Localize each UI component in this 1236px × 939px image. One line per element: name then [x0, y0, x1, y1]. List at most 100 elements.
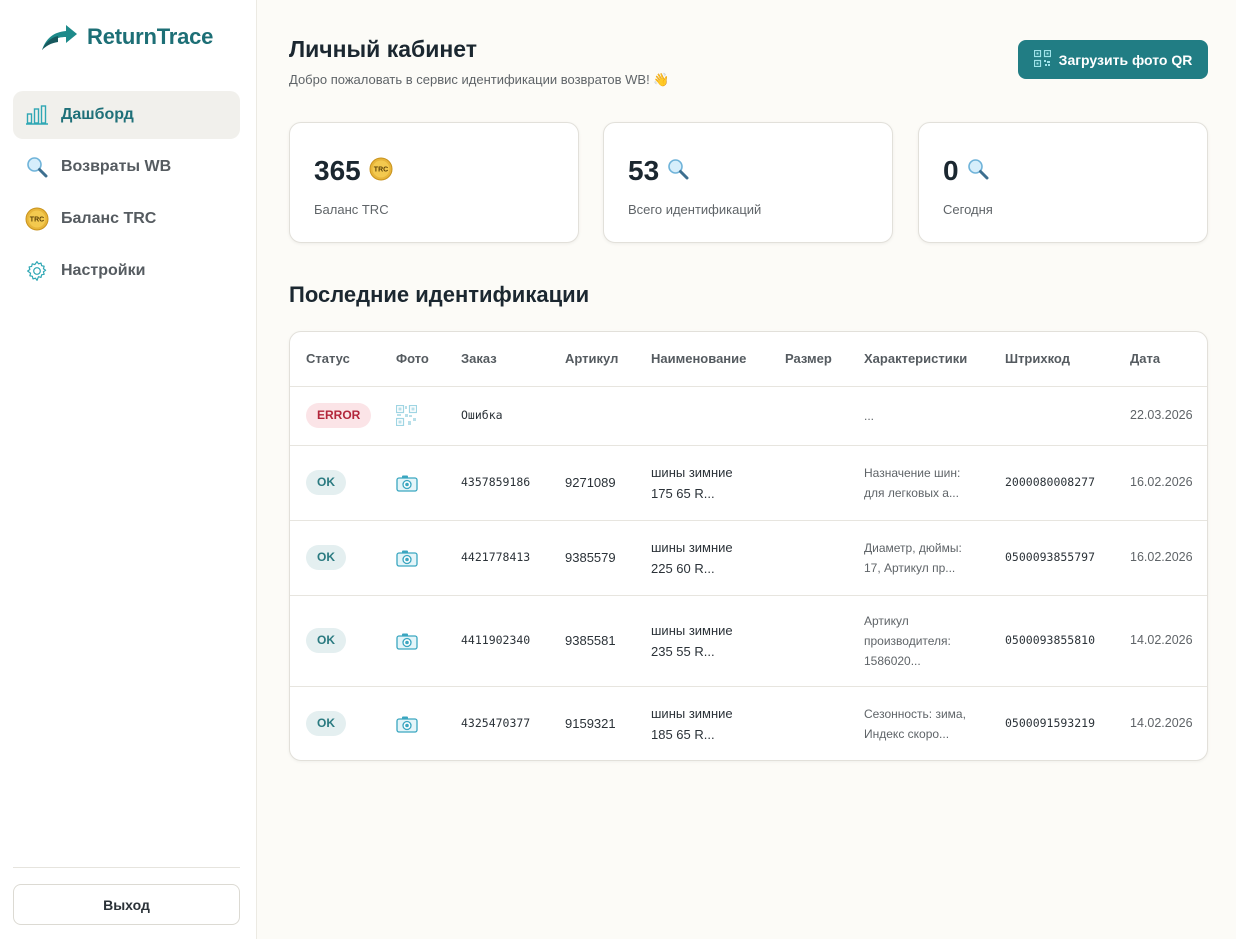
stat-label: Баланс TRC	[314, 202, 389, 217]
sidebar: ReturnTrace Дашборд Возвраты WB TRC Бала…	[0, 0, 257, 939]
date-cell: 22.03.2026	[1114, 386, 1207, 446]
size-cell	[769, 595, 848, 687]
characteristics-cell: ...	[848, 386, 989, 446]
bar-chart-icon	[25, 103, 49, 127]
characteristics-cell: Диаметр, дюймы: 17, Артикул пр...	[848, 520, 989, 596]
column-header-article[interactable]: Артикул	[549, 332, 635, 387]
upload-qr-photo-button[interactable]: Загрузить фото QR	[1018, 40, 1208, 79]
stat-value: 0	[943, 155, 959, 186]
barcode-cell	[989, 386, 1114, 446]
column-header-photo[interactable]: Фото	[380, 332, 445, 387]
camera-icon[interactable]	[396, 549, 445, 567]
recent-identifications-table: Статус Фото Заказ Артикул Наименование Р…	[289, 331, 1208, 761]
sidebar-nav: Дашборд Возвраты WB TRC Баланс TRC Настр…	[13, 91, 240, 299]
column-header-status[interactable]: Статус	[290, 332, 380, 387]
magnifier-icon	[25, 155, 49, 179]
brand-name: ReturnTrace	[87, 24, 214, 49]
page-subtitle: Добро пожаловать в сервис идентификации …	[289, 72, 670, 87]
size-cell	[769, 520, 848, 596]
size-cell	[769, 445, 848, 521]
name-cell	[635, 386, 769, 446]
table-row[interactable]: ERROR Ошибка ... 22.03.2026	[290, 386, 1207, 446]
stat-card-today: 0 Сегодня	[918, 122, 1208, 243]
characteristics-cell: Назначение шин: для легковых а...	[848, 445, 989, 521]
sidebar-item-label: Настройки	[61, 262, 146, 279]
order-cell: 4357859186	[445, 445, 549, 521]
barcode-cell: 0500091593219	[1005, 716, 1096, 731]
qr-code-icon	[1033, 49, 1051, 70]
column-header-name[interactable]: Наименование	[635, 332, 769, 387]
size-cell	[769, 686, 848, 760]
sidebar-item-label: Возвраты WB	[61, 158, 172, 175]
logo-arrow-icon	[40, 22, 78, 52]
magnifier-icon	[667, 158, 689, 185]
camera-icon[interactable]	[396, 632, 445, 650]
size-cell	[769, 386, 848, 446]
article-cell	[549, 386, 635, 446]
order-cell: 4411902340	[445, 595, 549, 687]
magnifier-icon	[967, 158, 989, 185]
order-cell: Ошибка	[445, 386, 549, 446]
sidebar-item-dashboard[interactable]: Дашборд	[13, 91, 240, 139]
barcode-cell: 0500093855810	[989, 595, 1114, 687]
sidebar-item-settings[interactable]: Настройки	[13, 247, 240, 295]
stat-card-total-identifications: 53 Всего идентификаций	[603, 122, 893, 243]
stat-value: 53	[628, 155, 660, 186]
column-header-order[interactable]: Заказ	[445, 332, 549, 387]
status-badge: OK	[306, 470, 346, 495]
qr-code-icon[interactable]	[396, 405, 445, 426]
upload-qr-photo-label: Загрузить фото QR	[1058, 51, 1193, 68]
column-header-date[interactable]: Дата	[1114, 332, 1207, 387]
brand-logo[interactable]: ReturnTrace	[40, 22, 213, 52]
table-row[interactable]: OK 4357859186 9271089 шины зимние 175 65 …	[290, 445, 1207, 521]
order-cell: 4421778413	[445, 520, 549, 596]
camera-icon[interactable]	[396, 474, 445, 492]
column-header-size[interactable]: Размер	[769, 332, 848, 387]
name-cell: шины зимние 175 65 R...	[635, 445, 769, 521]
camera-icon[interactable]	[396, 715, 445, 733]
article-cell: 9159321	[565, 716, 616, 732]
sidebar-item-balance-trc[interactable]: TRC Баланс TRC	[13, 195, 240, 243]
article-cell: 9385581	[549, 595, 635, 687]
stat-value: 365	[314, 155, 361, 186]
sidebar-divider	[13, 867, 240, 868]
date-cell: 14.02.2026	[1114, 595, 1207, 687]
coin-text: TRC	[374, 166, 388, 173]
date-cell: 16.02.2026	[1114, 520, 1207, 596]
trc-coin-icon: TRC	[369, 157, 393, 186]
trc-coin-icon: TRC	[25, 207, 49, 231]
table-row[interactable]: OK 4325470377 9159321 шины зимние 185 65 …	[290, 686, 1207, 760]
status-badge: ERROR	[306, 403, 372, 428]
gear-icon	[25, 259, 49, 283]
sidebar-item-label: Баланс TRC	[61, 210, 157, 227]
table-header-row: Статус Фото Заказ Артикул Наименование Р…	[290, 332, 1207, 387]
name-cell: шины зимние 185 65 R...	[651, 705, 733, 742]
article-cell: 9385579	[549, 520, 635, 596]
column-header-barcode[interactable]: Штрихкод	[989, 332, 1114, 387]
table-row[interactable]: OK 4421778413 9385579 шины зимние 225 60 …	[290, 520, 1207, 596]
sidebar-item-returns-wb[interactable]: Возвраты WB	[13, 143, 240, 191]
characteristics-cell: Сезонность: зима, Индекс скоро...	[864, 706, 966, 741]
page-title: Личный кабинет	[289, 36, 477, 62]
date-cell: 16.02.2026	[1114, 445, 1207, 521]
status-badge: OK	[306, 545, 346, 570]
barcode-cell: 2000080008277	[989, 445, 1114, 521]
barcode-cell: 0500093855797	[989, 520, 1114, 596]
stat-label: Всего идентификаций	[628, 202, 762, 217]
name-cell: шины зимние 225 60 R...	[635, 520, 769, 596]
stat-label: Сегодня	[943, 202, 993, 217]
logout-button[interactable]: Выход	[13, 884, 240, 925]
date-cell: 14.02.2026	[1130, 716, 1193, 731]
stat-card-balance: 365 TRC Баланс TRC	[289, 122, 579, 243]
status-badge: OK	[306, 628, 346, 653]
characteristics-cell: Артикул производителя: 1586020...	[848, 595, 989, 687]
coin-text: TRC	[30, 217, 44, 224]
sidebar-item-label: Дашборд	[61, 106, 134, 123]
column-header-characteristics[interactable]: Характеристики	[848, 332, 989, 387]
status-badge: OK	[306, 711, 346, 737]
recent-identifications-title: Последние идентификации	[289, 282, 590, 307]
name-cell: шины зимние 235 55 R...	[635, 595, 769, 687]
table-row[interactable]: OK 4411902340 9385581 шины зимние 235 55 …	[290, 595, 1207, 687]
article-cell: 9271089	[549, 445, 635, 521]
order-cell: 4325470377	[461, 716, 531, 731]
